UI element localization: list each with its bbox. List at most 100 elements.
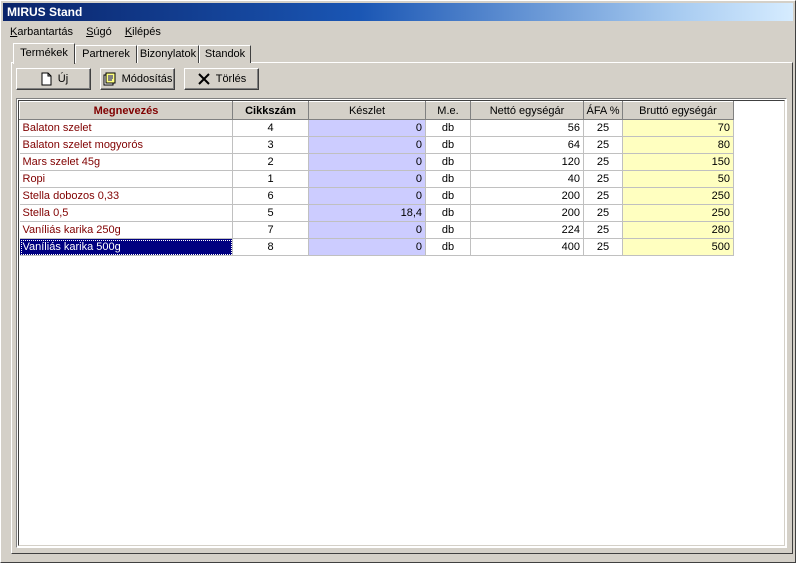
col-header-brutto[interactable]: Bruttó egységár (622, 101, 734, 120)
cell-unit[interactable]: db (425, 153, 471, 171)
cell-stock[interactable]: 0 (308, 136, 426, 154)
cell-stock[interactable]: 0 (308, 221, 426, 239)
cell-net-price[interactable]: 224 (470, 221, 584, 239)
menu-bar: Karbantartás Súgó Kilépés (5, 23, 166, 41)
cell-name[interactable]: Ropi (19, 170, 233, 188)
cell-sku[interactable]: 8 (232, 238, 309, 256)
cell-stock[interactable]: 0 (308, 238, 426, 256)
menu-kilepes[interactable]: Kilépés (120, 23, 166, 41)
menu-karbantartas[interactable]: Karbantartás (5, 23, 78, 41)
window-title: MIRUS Stand (7, 5, 83, 19)
cell-sku[interactable]: 4 (232, 119, 309, 137)
table-row[interactable]: Balaton szelet mogyorós 3 0 db 64 25 80 (19, 136, 734, 154)
new-button-label: Új (57, 73, 69, 85)
tab-bizonylatok-label: Bizonylatok (139, 48, 197, 60)
cell-unit[interactable]: db (425, 204, 471, 222)
cell-vat[interactable]: 25 (583, 170, 623, 188)
products-grid[interactable]: Megnevezés Cikkszám Készlet M.e. Nettó e… (16, 98, 787, 548)
edit-button[interactable]: Módosítás (100, 68, 175, 90)
app-window: MIRUS Stand Karbantartás Súgó Kilépés Te… (0, 0, 796, 563)
cell-stock[interactable]: 0 (308, 170, 426, 188)
cell-vat[interactable]: 25 (583, 119, 623, 137)
cell-sku[interactable]: 6 (232, 187, 309, 205)
menu-sugo-label: úgó (93, 26, 112, 38)
cell-unit[interactable]: db (425, 170, 471, 188)
cell-gross-price[interactable]: 500 (622, 238, 734, 256)
cell-name[interactable]: Stella 0,5 (19, 204, 233, 222)
menu-karbantartas-label: arbantartás (17, 26, 73, 38)
cell-stock[interactable]: 0 (308, 119, 426, 137)
cell-name[interactable]: Vaníliás karika 250g (19, 221, 233, 239)
menu-sugo[interactable]: Súgó (81, 23, 117, 41)
cell-gross-price[interactable]: 250 (622, 187, 734, 205)
tab-bizonylatok[interactable]: Bizonylatok (137, 45, 199, 63)
header-row: Megnevezés Cikkszám Készlet M.e. Nettó e… (19, 101, 734, 120)
cell-vat[interactable]: 25 (583, 204, 623, 222)
cell-stock[interactable]: 0 (308, 153, 426, 171)
cell-vat[interactable]: 25 (583, 187, 623, 205)
cell-name[interactable]: Stella dobozos 0,33 (19, 187, 233, 205)
cell-sku[interactable]: 2 (232, 153, 309, 171)
cell-gross-price[interactable]: 150 (622, 153, 734, 171)
cell-net-price[interactable]: 400 (470, 238, 584, 256)
cell-unit[interactable]: db (425, 221, 471, 239)
delete-button-label: Törlés (215, 73, 247, 85)
cell-unit[interactable]: db (425, 119, 471, 137)
menu-kilepes-label: ilépés (132, 26, 161, 38)
tab-partnerek-label: Partnerek (82, 48, 130, 60)
cell-sku[interactable]: 3 (232, 136, 309, 154)
col-header-cikkszam[interactable]: Cikkszám (232, 101, 309, 120)
cell-name[interactable]: Balaton szelet mogyorós (19, 136, 233, 154)
table-row[interactable]: Mars szelet 45g 2 0 db 120 25 150 (19, 153, 734, 171)
tab-standok[interactable]: Standok (199, 45, 251, 63)
tab-termekek-label: Termékek (20, 47, 68, 59)
delete-x-icon (197, 72, 211, 86)
cell-vat[interactable]: 25 (583, 238, 623, 256)
cell-net-price[interactable]: 200 (470, 187, 584, 205)
tab-termekek[interactable]: Termékek (13, 43, 75, 64)
cell-gross-price[interactable]: 80 (622, 136, 734, 154)
cell-gross-price[interactable]: 280 (622, 221, 734, 239)
col-header-megnevezes[interactable]: Megnevezés (19, 101, 233, 120)
products-table: Megnevezés Cikkszám Készlet M.e. Nettó e… (19, 101, 734, 256)
table-row[interactable]: Stella 0,5 5 18,4 db 200 25 250 (19, 204, 734, 222)
table-row-selected[interactable]: Vaníliás karika 500g 8 0 db 400 25 500 (19, 238, 734, 256)
cell-net-price[interactable]: 40 (470, 170, 584, 188)
cell-name[interactable]: Mars szelet 45g (19, 153, 233, 171)
cell-unit[interactable]: db (425, 238, 471, 256)
col-header-keszlet[interactable]: Készlet (308, 101, 426, 120)
cell-gross-price[interactable]: 250 (622, 204, 734, 222)
cell-gross-price[interactable]: 70 (622, 119, 734, 137)
cell-net-price[interactable]: 56 (470, 119, 584, 137)
delete-button[interactable]: Törlés (184, 68, 259, 90)
cell-stock[interactable]: 18,4 (308, 204, 426, 222)
cell-net-price[interactable]: 64 (470, 136, 584, 154)
cell-vat[interactable]: 25 (583, 221, 623, 239)
cell-name[interactable]: Balaton szelet (19, 119, 233, 137)
new-document-icon (39, 72, 53, 86)
cell-vat[interactable]: 25 (583, 153, 623, 171)
col-header-afa[interactable]: ÁFA % (583, 101, 623, 120)
cell-net-price[interactable]: 120 (470, 153, 584, 171)
table-row[interactable]: Balaton szelet 4 0 db 56 25 70 (19, 119, 734, 137)
cell-name[interactable]: Vaníliás karika 500g (19, 238, 233, 256)
cell-sku[interactable]: 1 (232, 170, 309, 188)
cell-gross-price[interactable]: 50 (622, 170, 734, 188)
edit-document-icon (103, 72, 117, 86)
cell-sku[interactable]: 7 (232, 221, 309, 239)
cell-unit[interactable]: db (425, 187, 471, 205)
table-row[interactable]: Vaníliás karika 250g 7 0 db 224 25 280 (19, 221, 734, 239)
table-row[interactable]: Ropi 1 0 db 40 25 50 (19, 170, 734, 188)
cell-net-price[interactable]: 200 (470, 204, 584, 222)
cell-unit[interactable]: db (425, 136, 471, 154)
new-button[interactable]: Új (16, 68, 91, 90)
col-header-me[interactable]: M.e. (425, 101, 471, 120)
table-row[interactable]: Stella dobozos 0,33 6 0 db 200 25 250 (19, 187, 734, 205)
edit-button-label: Módosítás (121, 73, 173, 85)
cell-stock[interactable]: 0 (308, 187, 426, 205)
col-header-netto[interactable]: Nettó egységár (470, 101, 584, 120)
tab-partnerek[interactable]: Partnerek (75, 45, 137, 63)
cell-vat[interactable]: 25 (583, 136, 623, 154)
cell-sku[interactable]: 5 (232, 204, 309, 222)
title-bar[interactable]: MIRUS Stand (3, 3, 793, 21)
